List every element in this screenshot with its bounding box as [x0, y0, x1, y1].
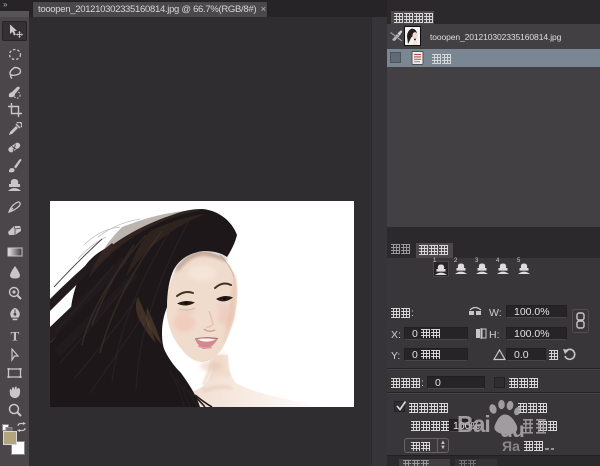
- svg-text:Яa: Яa: [502, 438, 520, 454]
- svg-text:T: T: [10, 329, 19, 342]
- svg-text:Bai: Bai: [457, 411, 490, 437]
